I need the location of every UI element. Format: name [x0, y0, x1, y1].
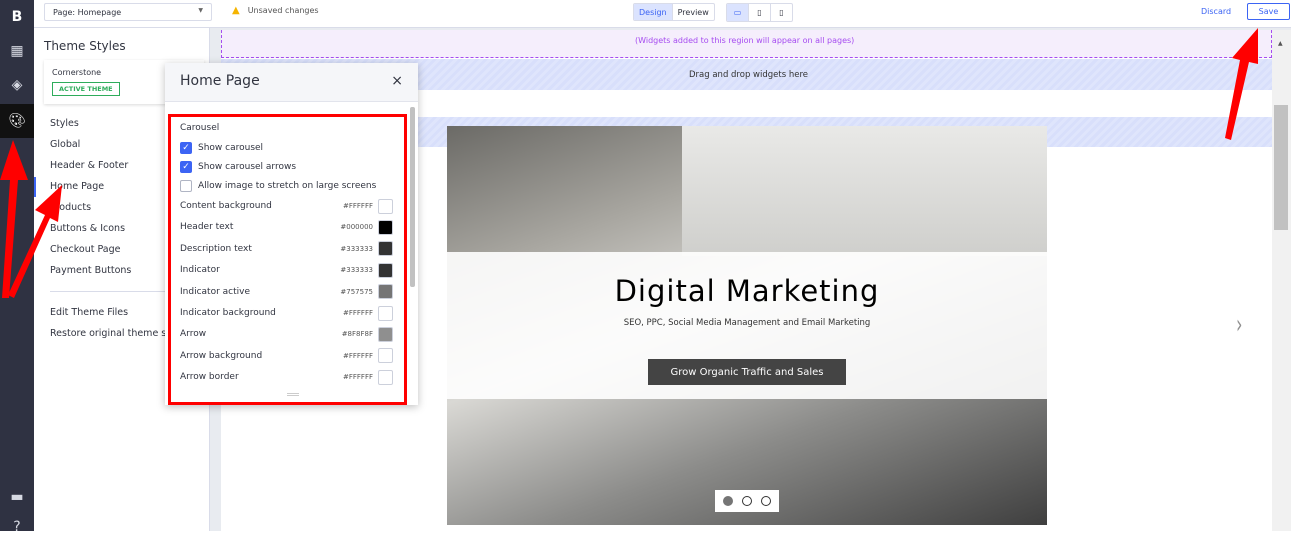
annotation-arrows	[0, 28, 1258, 298]
annotation-arrow	[1225, 28, 1258, 140]
